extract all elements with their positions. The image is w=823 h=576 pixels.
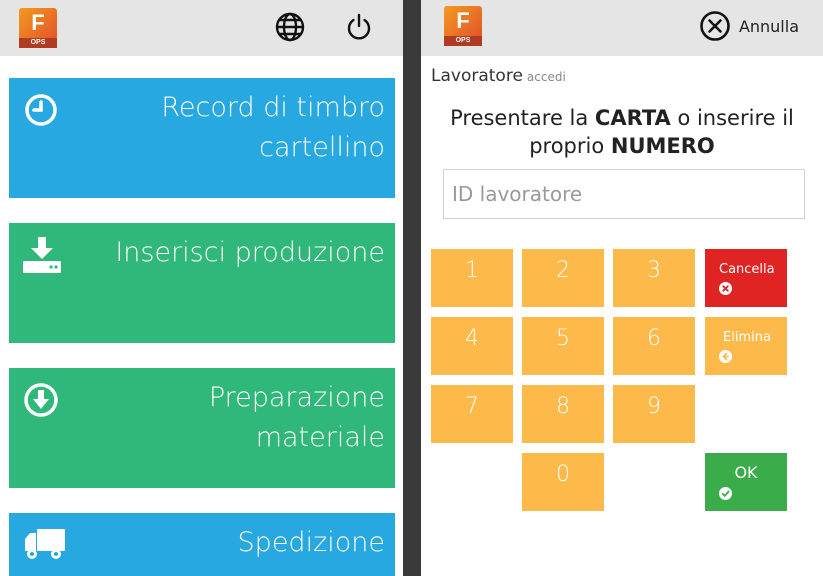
worker-login-panel: F OPS Annulla Lavoratore accedi Presentar… <box>421 0 823 576</box>
main-menu-panel: F OPS Record di timbro cartellino Inseri… <box>0 0 403 576</box>
panel-divider <box>403 0 421 576</box>
globe-icon[interactable] <box>272 9 308 45</box>
top-bar: F OPS Annulla <box>421 0 823 56</box>
key-5[interactable]: 5 <box>522 317 604 375</box>
key-7[interactable]: 7 <box>431 385 513 443</box>
cancel-button[interactable]: Annulla <box>699 10 799 42</box>
title-text: Lavoratore <box>431 66 523 86</box>
tile-label: cartellino <box>259 132 385 163</box>
tile-label: Spedizione <box>237 527 385 558</box>
close-circle-icon <box>700 11 730 41</box>
top-bar: F OPS <box>0 0 403 56</box>
logo-badge: OPS <box>444 36 482 46</box>
delete-label: Elimina <box>723 330 771 345</box>
ok-button[interactable]: OK <box>705 453 787 511</box>
app-logo: F OPS <box>19 8 57 48</box>
download-tray-icon <box>23 237 61 273</box>
tile-inserisci-produzione[interactable]: Inserisci produzione <box>9 223 395 343</box>
prompt-text: Presentare la <box>450 106 595 130</box>
tile-preparazione-materiale[interactable]: Preparazione materiale <box>9 368 395 488</box>
instruction-text: Presentare la CARTA o inserire il propri… <box>421 104 823 160</box>
check-circle-icon <box>719 487 732 500</box>
clock-icon <box>23 92 59 128</box>
title-subtext: accedi <box>526 70 566 84</box>
page-title: Lavoratore accedi <box>431 66 566 86</box>
app-logo: F OPS <box>444 6 482 46</box>
tile-label: materiale <box>255 422 385 453</box>
close-circle-icon <box>719 282 732 295</box>
prompt-emphasis: NUMERO <box>610 134 715 158</box>
clear-button[interactable]: Cancella <box>705 249 787 307</box>
logo-letter: F <box>31 10 45 35</box>
delete-button[interactable]: Elimina <box>705 317 787 375</box>
key-9[interactable]: 9 <box>613 385 695 443</box>
tile-label: Preparazione <box>208 382 385 413</box>
arrow-left-circle-icon <box>719 350 732 363</box>
key-8[interactable]: 8 <box>522 385 604 443</box>
worker-id-input[interactable] <box>443 169 805 219</box>
prompt-text: o inserire il <box>670 106 794 130</box>
clear-label: Cancella <box>719 262 775 277</box>
key-0[interactable]: 0 <box>522 453 604 511</box>
key-6[interactable]: 6 <box>613 317 695 375</box>
tile-record-timbro[interactable]: Record di timbro cartellino <box>9 78 395 198</box>
truck-icon <box>23 527 65 563</box>
ok-label: OK <box>734 463 758 482</box>
prompt-text: proprio <box>529 134 611 158</box>
tile-label: Inserisci produzione <box>115 237 385 268</box>
key-1[interactable]: 1 <box>431 249 513 307</box>
power-icon[interactable] <box>341 9 377 45</box>
tile-label: Record di timbro <box>161 92 385 123</box>
key-3[interactable]: 3 <box>613 249 695 307</box>
cancel-label: Annulla <box>738 16 799 36</box>
prompt-emphasis: CARTA <box>594 106 671 130</box>
logo-badge: OPS <box>19 38 57 48</box>
logo-letter: F <box>456 8 470 33</box>
arrow-down-circle-icon <box>23 382 59 418</box>
key-2[interactable]: 2 <box>522 249 604 307</box>
tile-spedizione[interactable]: Spedizione <box>9 513 395 576</box>
key-4[interactable]: 4 <box>431 317 513 375</box>
